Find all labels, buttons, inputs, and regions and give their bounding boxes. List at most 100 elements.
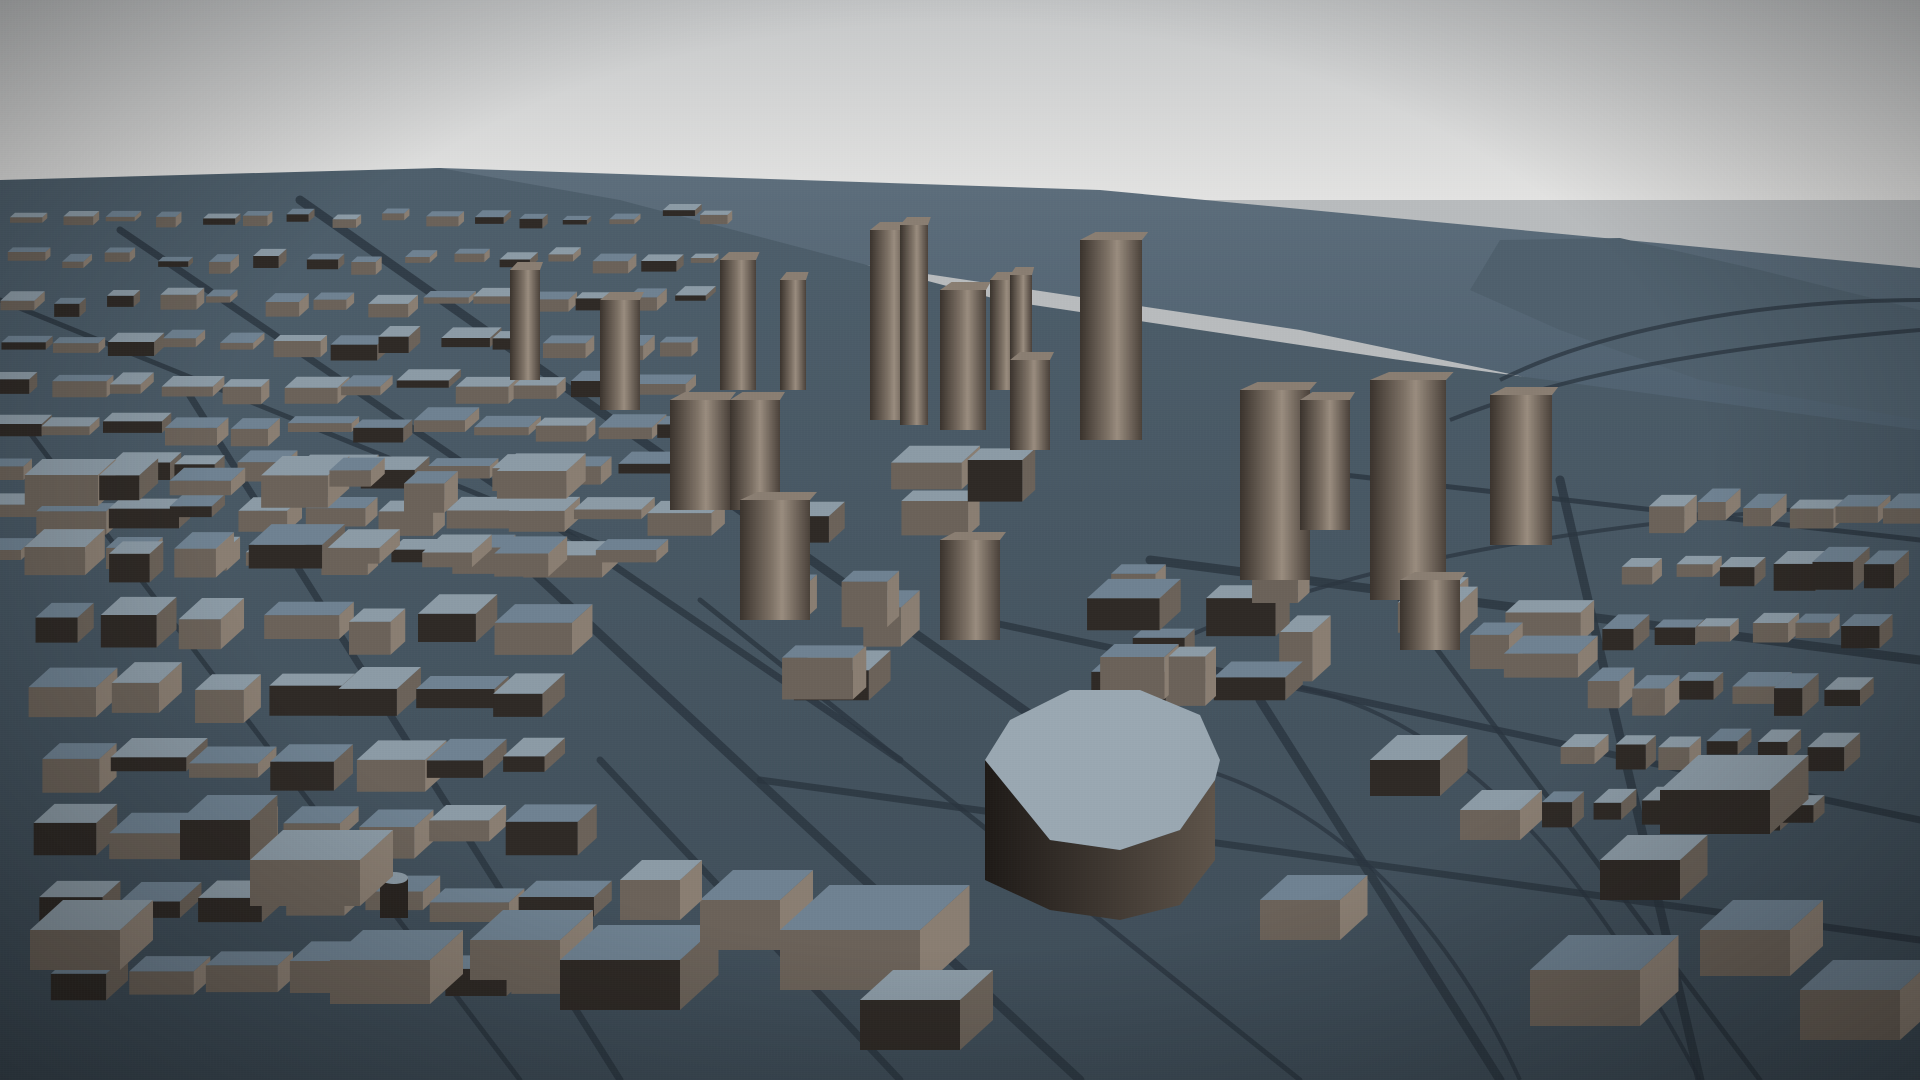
city-scene bbox=[0, 0, 1920, 1080]
block-far-63-front bbox=[284, 387, 338, 404]
block-right-195 bbox=[1615, 735, 1656, 770]
block-far-72-front bbox=[102, 421, 162, 433]
block-far-36-front bbox=[265, 302, 300, 317]
block-far-38 bbox=[368, 294, 418, 318]
block-far-100-front bbox=[446, 510, 520, 529]
block-mid-121-front bbox=[24, 547, 86, 576]
block-center-215 bbox=[967, 448, 1036, 502]
tower-18-facade bbox=[1010, 360, 1050, 450]
block-far-12-front bbox=[562, 219, 587, 225]
block-right-192-front bbox=[1774, 688, 1803, 716]
block-mid-134 bbox=[494, 604, 593, 655]
block-right-176-front bbox=[1621, 566, 1653, 585]
block-far-7-front bbox=[332, 219, 356, 228]
block-near-16-front bbox=[1460, 810, 1520, 840]
block-far-2 bbox=[105, 210, 142, 222]
block-mid-165-roof bbox=[205, 951, 293, 966]
block-far-64-front bbox=[341, 386, 381, 396]
block-right-193-front bbox=[1824, 689, 1860, 707]
block-right-189-front bbox=[1632, 688, 1665, 716]
block-far-21-front bbox=[253, 255, 279, 268]
block-far-65-front bbox=[396, 380, 449, 388]
block-mid-140-roof bbox=[416, 676, 509, 689]
block-far-37-front bbox=[313, 299, 347, 310]
block-far-3 bbox=[156, 211, 182, 228]
block-far-46-front bbox=[52, 343, 99, 353]
block-right-170-front bbox=[1649, 506, 1685, 534]
block-right-184 bbox=[1697, 618, 1739, 642]
block-far-46 bbox=[52, 337, 106, 353]
block-far-38-front bbox=[368, 303, 409, 318]
block-far-22-front bbox=[306, 259, 339, 270]
block-right-178 bbox=[1719, 556, 1766, 587]
block-right-173-front bbox=[1789, 508, 1834, 529]
arena-building bbox=[985, 690, 1220, 920]
block-right-188-front bbox=[1587, 681, 1620, 709]
block-far-12-roof bbox=[562, 215, 592, 220]
block-mid-165 bbox=[205, 951, 293, 993]
block-mid-131 bbox=[264, 601, 354, 639]
block-far-61 bbox=[161, 376, 225, 397]
block-far-33-front bbox=[107, 295, 134, 307]
block-mid-131-front bbox=[264, 615, 340, 639]
block-mid-150-front bbox=[109, 833, 186, 860]
block-far-13 bbox=[609, 213, 641, 225]
block-mid-161-roof bbox=[429, 888, 525, 903]
block-far-20-front bbox=[208, 261, 231, 274]
block-far-65 bbox=[396, 369, 461, 388]
block-far-79-roof bbox=[535, 417, 596, 426]
block-far-80-front bbox=[598, 427, 652, 440]
block-far-79-front bbox=[535, 425, 587, 442]
block-right-183 bbox=[1654, 619, 1704, 645]
block-far-71-roof bbox=[41, 417, 100, 427]
block-near-0-front bbox=[180, 820, 250, 860]
block-far-50-front bbox=[273, 341, 321, 358]
block-right-201-front bbox=[1593, 802, 1622, 820]
block-far-101 bbox=[508, 496, 580, 532]
block-far-6-front bbox=[286, 214, 309, 222]
block-far-73 bbox=[164, 417, 229, 446]
block-far-9 bbox=[426, 211, 465, 227]
block-far-30-front bbox=[690, 258, 714, 263]
city-render bbox=[0, 0, 1920, 1080]
block-far-74-front bbox=[230, 428, 268, 447]
block-near-12-front bbox=[1660, 790, 1770, 834]
block-near-6 bbox=[860, 970, 993, 1050]
block-mid-134-front bbox=[494, 622, 572, 655]
block-far-45-roof bbox=[1, 335, 53, 343]
block-far-16 bbox=[7, 247, 51, 261]
block-mid-137 bbox=[195, 674, 261, 723]
block-center-226 bbox=[1087, 578, 1181, 631]
block-mid-115-front bbox=[99, 475, 140, 501]
block-far-14-roof bbox=[662, 203, 702, 211]
block-far-32 bbox=[54, 297, 86, 317]
block-far-9-front bbox=[426, 216, 459, 227]
block-far-62-front bbox=[222, 386, 262, 405]
block-far-35-front bbox=[206, 296, 231, 303]
block-far-11-front bbox=[519, 218, 543, 229]
block-right-185-front bbox=[1752, 622, 1789, 643]
block-right-174-front bbox=[1835, 506, 1878, 523]
block-center-211-roof bbox=[782, 645, 867, 658]
tower-17 bbox=[1400, 572, 1466, 650]
block-far-104-front bbox=[0, 549, 21, 560]
block-far-4-front bbox=[203, 218, 236, 225]
block-right-178-front bbox=[1719, 567, 1755, 587]
block-far-10 bbox=[475, 210, 512, 224]
block-center-211-front bbox=[782, 657, 853, 700]
block-far-59 bbox=[52, 374, 114, 398]
block-far-73-front bbox=[164, 427, 217, 446]
block-right-184-front bbox=[1697, 626, 1730, 642]
block-right-182-front bbox=[1602, 628, 1634, 651]
block-center-210 bbox=[891, 445, 981, 490]
block-far-31-front bbox=[0, 300, 35, 311]
block-far-78 bbox=[474, 415, 541, 436]
block-mid-146-front bbox=[356, 759, 426, 792]
block-mid-163-front bbox=[50, 973, 107, 1001]
tower-10-facade bbox=[1490, 395, 1552, 545]
block-right-183-front bbox=[1654, 627, 1696, 645]
block-right-177-front bbox=[1676, 564, 1713, 577]
block-far-23 bbox=[351, 256, 382, 275]
block-far-58 bbox=[0, 372, 38, 394]
block-mid-129-front bbox=[100, 614, 157, 648]
